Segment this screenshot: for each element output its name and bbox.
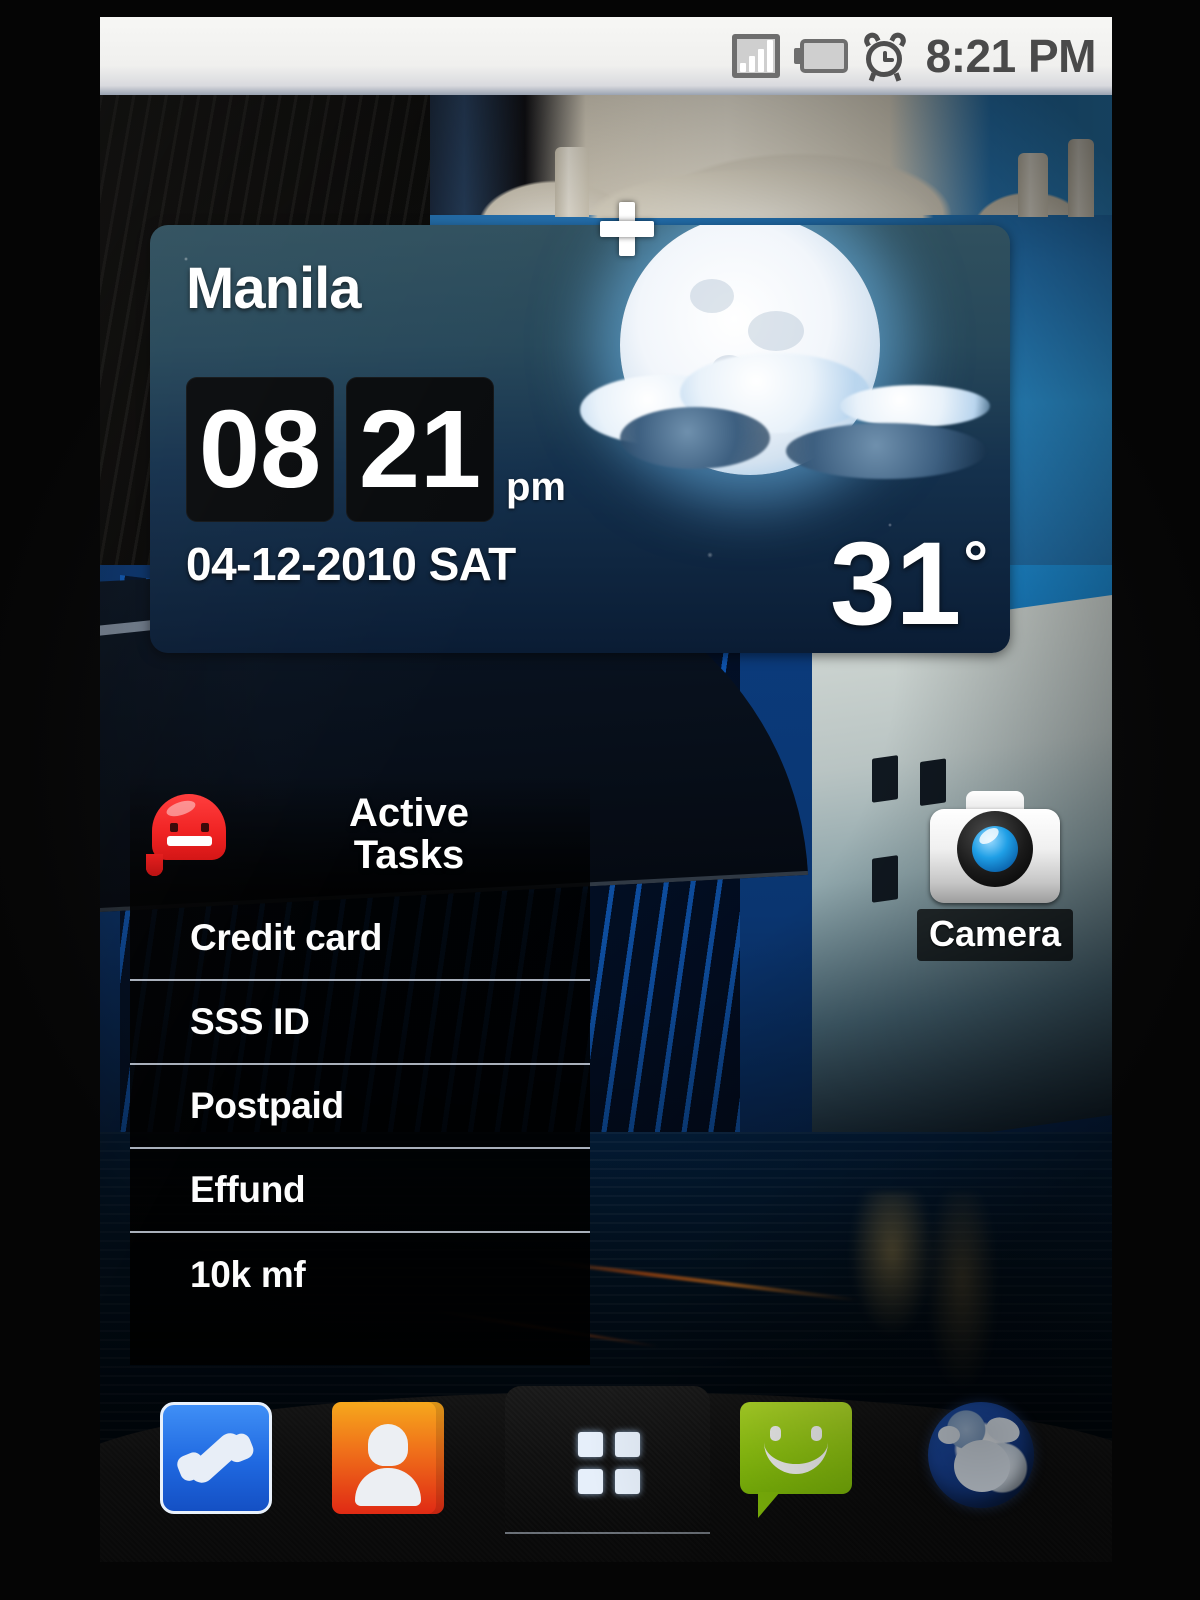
- dock-item-messaging[interactable]: [740, 1402, 852, 1518]
- degree-symbol: °: [963, 529, 988, 599]
- tasks-widget-title: Active Tasks: [348, 791, 470, 877]
- contacts-person-icon: [332, 1402, 444, 1514]
- plus-icon[interactable]: [598, 200, 656, 258]
- alarm-clock-icon: [860, 29, 909, 82]
- cloud-shape: [620, 407, 770, 469]
- task-list-item[interactable]: Effund: [130, 1149, 590, 1233]
- phone-screen: 8:21 PM Manila 08 21 pm 04-12-2010 SAT 3…: [100, 17, 1112, 1562]
- task-list-item[interactable]: Postpaid: [130, 1065, 590, 1149]
- temperature-value: 31: [829, 518, 962, 651]
- cloud-shape: [786, 423, 986, 479]
- active-tasks-widget[interactable]: Active Tasks Credit card SSS ID Postpaid…: [130, 775, 590, 1365]
- wallpaper[interactable]: Manila 08 21 pm 04-12-2010 SAT 31 ° Acti…: [100, 95, 1112, 1562]
- status-bar[interactable]: 8:21 PM: [100, 17, 1112, 95]
- message-smiley-icon: [740, 1402, 852, 1518]
- battery-icon: [793, 39, 848, 73]
- dock-item-contacts[interactable]: [332, 1402, 444, 1514]
- camera-shortcut-label: Camera: [916, 909, 1074, 961]
- tasks-widget-header: Active Tasks: [130, 775, 590, 895]
- task-list-item[interactable]: 10k mf: [130, 1233, 590, 1317]
- clock-hour: 08: [186, 377, 334, 522]
- camera-icon: [930, 791, 1060, 903]
- signal-bars-icon: [731, 34, 780, 78]
- dock[interactable]: [100, 1347, 1112, 1562]
- temperature-display: 31 °: [829, 518, 988, 651]
- globe-icon: [928, 1402, 1034, 1508]
- clock-minute: 21: [346, 377, 494, 522]
- clock-ampm: pm: [506, 465, 566, 509]
- app-grid-icon[interactable]: [578, 1432, 640, 1494]
- dock-item-browser[interactable]: [928, 1402, 1040, 1514]
- cloud-shape: [840, 385, 990, 427]
- weather-city-name: Manila: [186, 256, 361, 321]
- clock-display[interactable]: 08 21 pm: [186, 377, 566, 522]
- task-list-item[interactable]: SSS ID: [130, 981, 590, 1065]
- task-list-item[interactable]: Credit card: [130, 897, 590, 981]
- phone-handset-icon: [160, 1402, 272, 1514]
- astrid-octopus-icon: [146, 792, 232, 878]
- clock-date: 04-12-2010 SAT: [186, 538, 516, 590]
- camera-shortcut[interactable]: Camera: [900, 785, 1090, 1025]
- phone-photo: 8:21 PM Manila 08 21 pm 04-12-2010 SAT 3…: [0, 0, 1200, 1600]
- tasks-list[interactable]: Credit card SSS ID Postpaid Effund 10k m…: [130, 897, 590, 1317]
- dock-item-phone[interactable]: [160, 1402, 272, 1514]
- weather-clock-widget[interactable]: Manila 08 21 pm 04-12-2010 SAT 31 °: [150, 225, 1010, 653]
- status-bar-clock: 8:21 PM: [925, 30, 1097, 82]
